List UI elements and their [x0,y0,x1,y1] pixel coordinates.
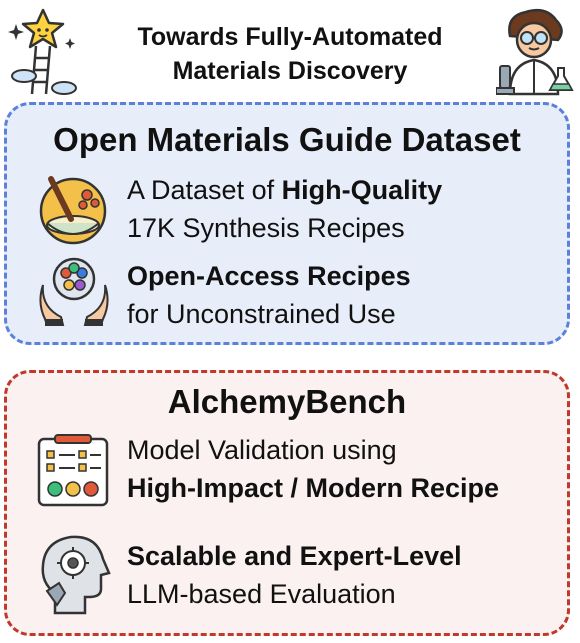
dataset-feature-open-access: Open-Access Recipes for Unconstrained Us… [127,257,411,333]
dataset-panel-title: Open Materials Guide Dataset [53,121,521,158]
mixing-bowl-icon [37,173,109,250]
ai-head-icon [35,531,115,622]
title-line-1: Towards Fully-Automated [137,23,443,51]
scientist-icon [495,6,576,103]
feature-line: A Dataset of High-Quality [127,171,442,209]
page-title: Towards Fully-Automated Materials Discov… [100,20,480,88]
bench-feature-validation: Model Validation using High-Impact / Mod… [127,431,499,507]
feature-line: 17K Synthesis Recipes [127,213,405,243]
bench-feature-evaluation: Scalable and Expert-Level LLM-based Eval… [127,537,462,613]
star-ladder-icon [8,6,80,101]
title-line-2: Materials Discovery [172,57,408,85]
checklist-feedback-icon [35,433,111,514]
feature-line: Model Validation using [127,435,397,465]
feature-text-bold: Scalable and Expert-Level [127,541,462,571]
hands-community-icon [39,255,109,332]
feature-line: for Unconstrained Use [127,299,396,329]
bench-panel-title: AlchemyBench [167,383,407,420]
dataset-panel: Open Materials Guide Dataset A Dataset o… [4,102,570,345]
feature-line: LLM-based Evaluation [127,579,396,609]
dataset-feature-quality: A Dataset of High-Quality 17K Synthesis … [127,171,442,247]
feature-text: A Dataset of [127,175,282,205]
feature-text-bold: Open-Access Recipes [127,261,411,291]
feature-text-bold: High-Impact / Modern Recipe [127,473,500,503]
bench-panel: AlchemyBench Model Validation using High… [4,370,570,636]
feature-text-bold: High-Quality [281,175,443,205]
